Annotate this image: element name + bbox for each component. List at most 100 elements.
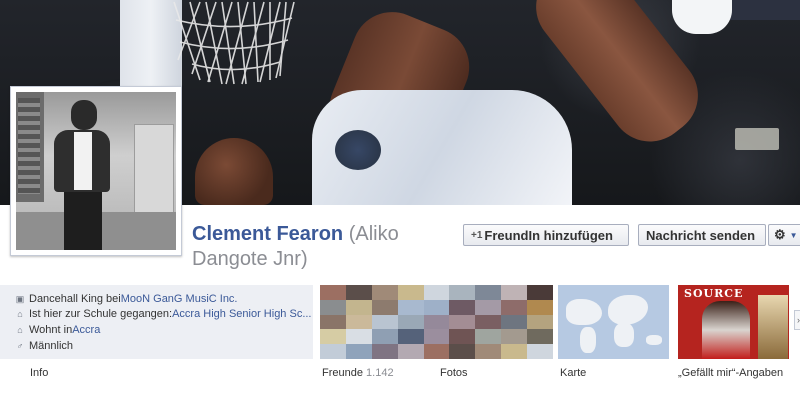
jersey-logo-icon (335, 130, 381, 170)
mosaic-tile (423, 299, 450, 315)
arena-sign (735, 128, 779, 150)
mosaic-tile (527, 344, 553, 359)
info-row-school: ⌂ Ist hier zur Schule gegangen: Accra Hi… (14, 307, 311, 321)
plus-one-icon: +1 (471, 229, 483, 241)
work-link[interactable]: MooN GanG MusiC Inc. (121, 293, 238, 305)
gender-icon: ♂ (16, 341, 24, 351)
mosaic-tile (345, 299, 372, 315)
basketball-net-icon (173, 1, 295, 85)
map-landmass (566, 299, 602, 325)
mosaic-tile (527, 285, 553, 300)
mosaic-tile (423, 329, 450, 345)
mosaic-tile (371, 285, 398, 300)
tab-friends-label: Freunde (322, 367, 363, 379)
mosaic-tile (397, 299, 424, 315)
mosaic-tile (320, 344, 346, 359)
chevron-right-icon[interactable]: › (794, 310, 800, 330)
info-row-home: ⌂ Wohnt in Accra (14, 323, 100, 337)
mosaic-tile (449, 299, 476, 315)
mosaic-tile (449, 344, 476, 359)
mosaic-tile (449, 285, 476, 300)
gear-icon: ⚙ (774, 227, 786, 242)
mosaic-tile (397, 344, 424, 359)
mosaic-tile (475, 299, 502, 315)
mosaic-tile (371, 314, 398, 330)
map-landmass (580, 327, 596, 353)
photo-fridge (134, 124, 174, 226)
tab-likes[interactable]: „Gefällt mir“-Angaben (678, 367, 783, 379)
tab-friends[interactable]: Freunde 1.142 (322, 367, 394, 379)
mosaic-tile (423, 314, 450, 330)
profile-name: Clement Fearon (Aliko Dangote Jnr) (192, 222, 452, 272)
mosaic-tile (320, 314, 346, 330)
profile-name-primary[interactable]: Clement Fearon (192, 223, 343, 245)
mosaic-tile (320, 329, 346, 345)
mosaic-tile (397, 285, 424, 300)
profile-info-box: ▣ Dancehall King bei MooN GanG MusiC Inc… (0, 285, 313, 359)
mosaic-tile (371, 299, 398, 315)
info-row-work: ▣ Dancehall King bei MooN GanG MusiC Inc… (14, 292, 238, 306)
home-link[interactable]: Accra (72, 324, 100, 336)
tab-map[interactable]: Karte (560, 367, 586, 379)
map-landmass (614, 323, 634, 347)
mosaic-tile (397, 329, 424, 345)
photo-person-legs (64, 190, 102, 250)
school-link[interactable]: Accra High Senior High Sc... (172, 308, 311, 320)
house-icon: ⌂ (17, 325, 23, 335)
mosaic-tile (345, 344, 372, 359)
mosaic-tile (449, 314, 476, 330)
mosaic-tile (527, 329, 553, 345)
map-thumbnail[interactable] (558, 285, 669, 359)
mosaic-tile (475, 329, 502, 345)
friends-count: 1.142 (366, 367, 394, 379)
mosaic-tile (501, 285, 528, 300)
send-message-label: Nachricht senden (646, 227, 756, 243)
school-icon: ⌂ (17, 309, 23, 319)
photo-person-head (71, 100, 97, 130)
info-row-gender: ♂ Männlich (14, 339, 73, 353)
mosaic-tile (371, 344, 398, 359)
tab-likes-label: „Gefällt mir“-Angaben (678, 367, 784, 379)
map-landmass (608, 295, 648, 325)
mosaic-tile (501, 314, 528, 330)
mosaic-tile (501, 299, 528, 315)
tab-map-label: Karte (560, 367, 587, 379)
likes-thumbnail[interactable]: SOURCE (678, 285, 789, 359)
send-message-button[interactable]: Nachricht senden (638, 224, 766, 246)
mosaic-tile (320, 299, 346, 315)
briefcase-icon: ▣ (15, 293, 25, 304)
info-home-text: Wohnt in (29, 324, 73, 336)
info-school-text: Ist hier zur Schule gegangen: (29, 308, 173, 320)
mosaic-tile (475, 344, 502, 359)
photo-person-shirt (74, 132, 92, 190)
info-work-text: Dancehall King bei (29, 293, 121, 305)
magazine-cover-person (702, 301, 750, 359)
mosaic-tile (501, 344, 528, 359)
photo-shutter (18, 98, 40, 194)
magazine-title: SOURCE (684, 287, 744, 300)
add-friend-label: FreundIn hinzufügen (484, 227, 613, 243)
mosaic-tile (449, 329, 476, 345)
tab-photos-label: Fotos (440, 367, 468, 379)
map-landmass (646, 335, 662, 345)
tab-info-label: Info (30, 367, 49, 379)
settings-button[interactable]: ⚙ ▼ (768, 224, 800, 246)
mosaic-tile (527, 299, 553, 315)
mosaic-tile (345, 285, 372, 300)
mosaic-tile (527, 314, 553, 330)
mosaic-tile (397, 314, 424, 330)
magazine-cover-side (758, 295, 788, 359)
tab-photos[interactable]: Fotos (440, 367, 468, 379)
mosaic-tile (475, 314, 502, 330)
mosaic-tile (320, 285, 346, 300)
friends-photos-mosaic[interactable] (320, 285, 553, 359)
mosaic-tile (423, 285, 450, 300)
profile-photo-image (16, 92, 176, 250)
mosaic-tile (475, 285, 502, 300)
tab-info[interactable]: Info (30, 367, 48, 379)
mosaic-tile (345, 329, 372, 345)
chevron-down-icon: ▼ (789, 230, 798, 240)
info-gender-text: Männlich (29, 340, 74, 352)
profile-picture[interactable] (10, 86, 182, 256)
add-friend-button[interactable]: +1 FreundIn hinzufügen (463, 224, 629, 246)
